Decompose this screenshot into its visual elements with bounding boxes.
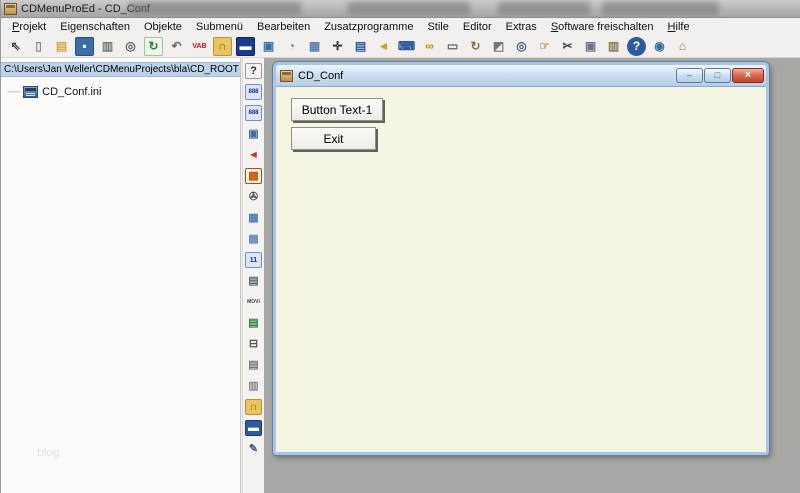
help-icon[interactable]: ? xyxy=(627,36,646,56)
ini-file-icon xyxy=(23,86,39,98)
windows-copy-icon[interactable]: ▣ xyxy=(245,126,262,142)
button-text-1[interactable]: Button Text-1 xyxy=(291,98,383,121)
menu-submenu[interactable]: Submenü xyxy=(189,20,250,34)
maximize-button[interactable]: □ xyxy=(704,68,731,83)
keyboard2-icon[interactable]: ▬ xyxy=(245,420,262,436)
cut-icon[interactable]: ✂ xyxy=(558,37,577,56)
counter-display-icon[interactable]: 888 xyxy=(245,84,262,100)
select-tool-icon[interactable]: ⇖ xyxy=(6,37,25,56)
calendar-icon[interactable]: ▤ xyxy=(245,273,262,289)
monitor-icon[interactable]: ▣ xyxy=(259,37,278,56)
speaker-icon[interactable]: ◄ xyxy=(374,37,393,56)
menu-zusatzprogramme[interactable]: Zusatzprogramme xyxy=(317,20,420,34)
menu-bar: Projekt Eigenschaften Objekte Submenü Be… xyxy=(1,18,800,35)
screensaver-icon[interactable]: ◔ xyxy=(282,37,301,56)
find-image-icon[interactable]: ◎ xyxy=(512,37,531,56)
new-file-icon[interactable]: ▯ xyxy=(29,37,48,56)
picture2-icon[interactable]: ▩ xyxy=(245,231,262,247)
image-icon[interactable]: ▦ xyxy=(305,37,324,56)
paste-icon[interactable]: ▥ xyxy=(604,37,623,56)
menu-software-freischalten[interactable]: Software freischalten xyxy=(544,20,661,34)
document-titlebar[interactable]: CD_Conf – □ × xyxy=(276,65,766,86)
tree-items: ── CD_Conf.ini xyxy=(1,86,240,98)
titlebar[interactable]: CDMenuProEd - CD_Conf xyxy=(1,0,800,18)
project-tree-panel: C:\Users\Jan Weller\CDMenuProjects\bla\C… xyxy=(1,58,241,493)
counter11-icon[interactable]: 11 xyxy=(245,252,262,268)
print-preview-icon[interactable]: ◎ xyxy=(121,37,140,56)
close-button[interactable]: × xyxy=(732,68,764,83)
rotate-icon[interactable]: ↻ xyxy=(466,37,485,56)
window-style-icon[interactable]: ▤ xyxy=(351,37,370,56)
home-icon[interactable]: ⌂ xyxy=(673,37,692,56)
lock2-icon[interactable]: ∩ xyxy=(245,399,262,415)
menu-hilfe[interactable]: Hilfe xyxy=(661,20,697,34)
window-controls: – □ × xyxy=(676,68,764,83)
resize-icon[interactable]: ◩ xyxy=(489,37,508,56)
document-icon xyxy=(280,69,293,82)
tree-connector: ── xyxy=(7,86,20,98)
link-icon[interactable]: ∞ xyxy=(420,37,439,56)
save-icon[interactable]: ▪ xyxy=(75,36,94,56)
side-toolbar: ? 888 888 ▣ ◄ ▩ ✇ ▦ ▩ 11 ▤ MOVI ▤ ⊟ ▤ ▥ … xyxy=(242,58,264,493)
counter-display2-icon[interactable]: 888 xyxy=(245,105,262,121)
keyboard-icon[interactable]: ⌨ xyxy=(397,37,416,56)
projector-icon[interactable]: ✇ xyxy=(245,189,262,205)
open-folder-icon[interactable]: ▤ xyxy=(52,37,71,56)
app-icon xyxy=(4,2,17,15)
menu-eigenschaften[interactable]: Eigenschaften xyxy=(53,20,137,34)
main-region: C:\Users\Jan Weller\CDMenuProjects\bla\C… xyxy=(1,58,800,493)
blurred-region xyxy=(602,2,719,15)
picture-icon[interactable]: ▦ xyxy=(245,210,262,226)
menu-objekte[interactable]: Objekte xyxy=(137,20,189,34)
exit-button[interactable]: Exit xyxy=(291,127,376,150)
clipboard-icon[interactable]: ▥ xyxy=(245,378,262,394)
fire-icon[interactable]: ▩ xyxy=(245,168,262,184)
movie-icon[interactable]: MOVI xyxy=(245,294,262,310)
blurred-region xyxy=(498,2,590,15)
workspace: CD_Conf – □ × Button Text-1 Exit xyxy=(264,58,800,493)
document-canvas: Button Text-1 Exit xyxy=(276,86,766,452)
fullscreen-icon[interactable]: ✛ xyxy=(328,37,347,56)
plug-icon[interactable]: ⊟ xyxy=(245,336,262,352)
project-path-row[interactable]: C:\Users\Jan Weller\CDMenuProjects\bla\C… xyxy=(1,62,240,77)
megaphone-icon[interactable]: ◄ xyxy=(245,147,262,163)
web-icon[interactable]: ◉ xyxy=(650,37,669,56)
document-window: CD_Conf – □ × Button Text-1 Exit xyxy=(273,62,769,455)
menu-extras[interactable]: Extras xyxy=(499,20,544,34)
selection-rect-icon[interactable]: ▭ xyxy=(443,37,462,56)
book-icon[interactable]: ▤ xyxy=(245,357,262,373)
tree-item-label: CD_Conf.ini xyxy=(42,86,102,98)
print-icon[interactable]: ▥ xyxy=(98,37,117,56)
blurred-region xyxy=(129,2,301,15)
hand-icon[interactable]: ☞ xyxy=(535,37,554,56)
minimize-button[interactable]: – xyxy=(676,68,703,83)
undo-icon[interactable]: ↶ xyxy=(167,37,186,56)
vab-icon[interactable]: VAB xyxy=(190,37,209,56)
main-toolbar: ⇖ ▯ ▤ ▪ ▥ ◎ ↻ ↶ VAB ∩ ▬ ▣ ◔ ▦ ✛ ▤ ◄ ⌨ ∞ … xyxy=(1,35,800,58)
menu-editor[interactable]: Editor xyxy=(456,20,499,34)
export-doc-icon[interactable]: ✎ xyxy=(245,441,262,457)
blurred-region xyxy=(348,2,470,15)
application-window: CDMenuProEd - CD_Conf Projekt Eigenschaf… xyxy=(0,0,800,493)
copy-icon[interactable]: ▣ xyxy=(581,37,600,56)
green-doc-icon[interactable]: ▤ xyxy=(245,315,262,331)
lock-icon[interactable]: ∩ xyxy=(213,36,232,56)
document-title: CD_Conf xyxy=(298,69,344,82)
tree-item-cd-conf-ini[interactable]: ── CD_Conf.ini xyxy=(7,86,240,98)
menu-projekt[interactable]: Projekt xyxy=(5,20,53,34)
menu-bearbeiten[interactable]: Bearbeiten xyxy=(250,20,317,34)
watermark-text: blog xyxy=(37,445,60,459)
refresh-icon[interactable]: ↻ xyxy=(144,36,163,56)
context-help-icon[interactable]: ? xyxy=(245,63,262,79)
cmd-window-icon[interactable]: ▬ xyxy=(236,36,255,56)
menu-stile[interactable]: Stile xyxy=(420,20,455,34)
